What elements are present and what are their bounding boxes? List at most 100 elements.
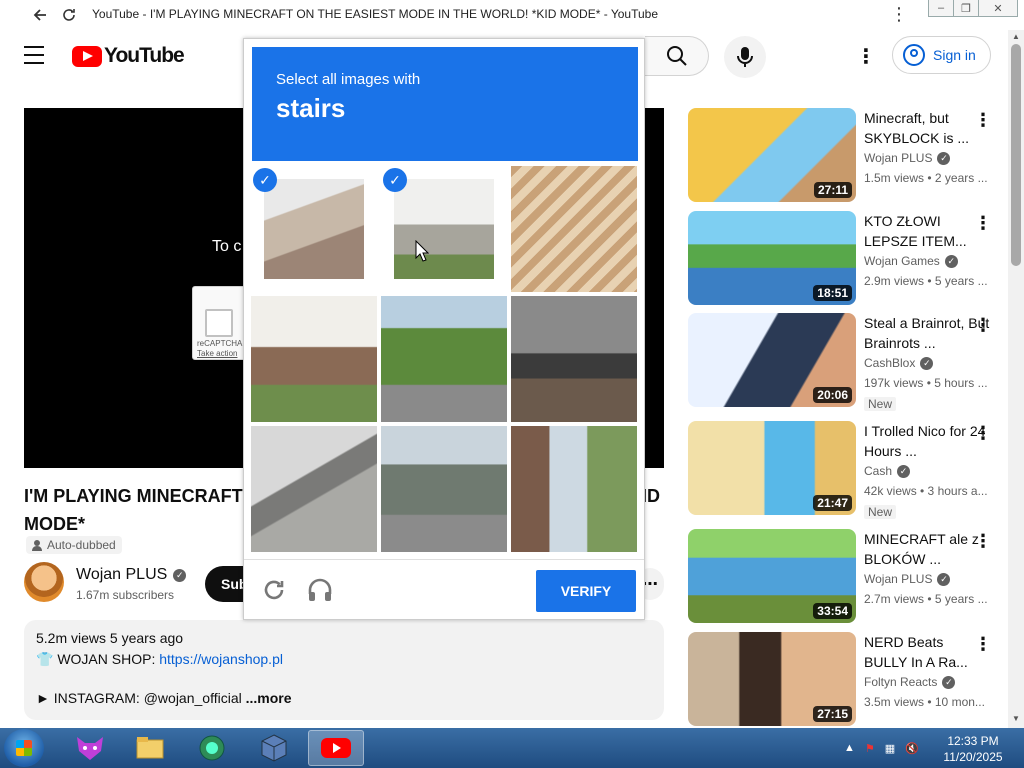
taskbar-app-mask[interactable] bbox=[62, 730, 118, 766]
taskbar-virtualbox[interactable] bbox=[246, 730, 302, 766]
clock-date: 11/20/2025 bbox=[943, 750, 1003, 764]
network-icon[interactable]: ▦ bbox=[885, 742, 895, 755]
recommendation-menu-icon[interactable]: ⋮ bbox=[974, 531, 992, 552]
recommendation-channel[interactable]: Wojan Games ✓ bbox=[864, 254, 958, 268]
menu-icon[interactable] bbox=[24, 46, 48, 66]
captcha-reload-icon[interactable] bbox=[260, 576, 290, 606]
video-thumbnail[interactable]: 18:51 bbox=[688, 211, 856, 305]
captcha-tile[interactable]: ✓ bbox=[381, 166, 507, 292]
recommendation-channel[interactable]: Foltyn Reacts ✓ bbox=[864, 675, 956, 689]
start-button[interactable] bbox=[4, 729, 44, 767]
browser-menu-icon[interactable]: ⋮ bbox=[890, 4, 908, 25]
recommendation-title[interactable]: MINECRAFT ale z BLOKÓW ... bbox=[864, 529, 990, 569]
taskbar-file-explorer[interactable] bbox=[122, 730, 178, 766]
description-box[interactable]: 5.2m views 5 years ago 👕 WOJAN SHOP: htt… bbox=[24, 620, 664, 720]
captcha-tile[interactable] bbox=[251, 296, 377, 422]
recommendation-menu-icon[interactable]: ⋮ bbox=[974, 423, 992, 444]
shop-line: 👕 WOJAN SHOP: https://wojanshop.pl bbox=[36, 651, 283, 668]
youtube-play-icon bbox=[72, 45, 102, 67]
captcha-tile[interactable]: ✓ bbox=[251, 166, 377, 292]
recommendation-card[interactable]: 18:51 KTO ZŁOWI LEPSZE ITEM... Wojan Gam… bbox=[688, 211, 1008, 307]
recommendation-menu-icon[interactable]: ⋮ bbox=[974, 634, 992, 655]
show-more-link[interactable]: ...more bbox=[246, 690, 292, 706]
captcha-tile[interactable] bbox=[381, 296, 507, 422]
recommendation-channel[interactable]: Wojan PLUS ✓ bbox=[864, 151, 951, 165]
recommendation-channel-name: CashBlox bbox=[864, 356, 916, 370]
logo-text: YouTube bbox=[104, 44, 185, 67]
channel-name[interactable]: Wojan PLUS ✓ bbox=[76, 566, 187, 584]
captcha-tile[interactable] bbox=[381, 426, 507, 552]
minimize-button[interactable]: ‒ bbox=[928, 0, 954, 17]
action-center-icon[interactable]: ⚑ bbox=[865, 742, 875, 755]
captcha-audio-icon[interactable] bbox=[306, 576, 336, 606]
channel-name-text: Wojan PLUS bbox=[76, 566, 168, 583]
video-thumbnail[interactable]: 27:15 bbox=[688, 632, 856, 726]
recommendation-title[interactable]: Steal a Brainrot, But Brainrots ... bbox=[864, 313, 990, 353]
captcha-tile-image bbox=[394, 179, 494, 279]
recommendation-title[interactable]: Minecraft, but SKYBLOCK is ... bbox=[864, 108, 990, 148]
recommendation-card[interactable]: 21:47 I Trolled Nico for 24 Hours ... Ca… bbox=[688, 421, 1008, 519]
shop-link[interactable]: https://wojanshop.pl bbox=[159, 651, 283, 667]
search-icon bbox=[666, 46, 687, 66]
captcha-footer: VERIFY bbox=[244, 559, 644, 619]
verified-icon: ✓ bbox=[897, 464, 911, 478]
globe-icon bbox=[199, 735, 225, 761]
volume-muted-icon[interactable]: 🔇 bbox=[905, 742, 919, 755]
taskbar-clock[interactable]: 12:33 PM 11/20/2025 bbox=[930, 733, 1016, 765]
tray-expand-icon[interactable]: ▲ bbox=[844, 742, 855, 754]
captcha-tile[interactable] bbox=[251, 426, 377, 552]
recommendation-title[interactable]: I Trolled Nico for 24 Hours ... bbox=[864, 421, 990, 461]
recommendation-menu-icon[interactable]: ⋮ bbox=[974, 110, 992, 131]
mouse-cursor-icon bbox=[415, 240, 429, 262]
page-scrollbar[interactable]: ▲ ▼ bbox=[1008, 30, 1024, 728]
recommendation-card[interactable]: 20:06 Steal a Brainrot, But Brainrots ..… bbox=[688, 313, 1008, 411]
video-duration: 27:11 bbox=[813, 182, 852, 198]
channel-avatar[interactable] bbox=[24, 562, 64, 602]
captcha-tile[interactable] bbox=[511, 296, 637, 422]
scroll-down-icon[interactable]: ▼ bbox=[1012, 714, 1020, 723]
recommendation-channel[interactable]: CashBlox ✓ bbox=[864, 356, 934, 370]
recommendation-card[interactable]: 33:54 MINECRAFT ale z BLOKÓW ... Wojan P… bbox=[688, 529, 1008, 625]
new-badge: New bbox=[864, 505, 897, 519]
verify-button[interactable]: VERIFY bbox=[536, 570, 636, 612]
video-thumbnail[interactable]: 21:47 bbox=[688, 421, 856, 515]
recommendation-card[interactable]: 27:15 NERD Beats BULLY In A Ra... Foltyn… bbox=[688, 632, 1008, 728]
scroll-up-icon[interactable]: ▲ bbox=[1012, 32, 1020, 41]
scroll-thumb[interactable] bbox=[1011, 44, 1021, 266]
recaptcha-checkbox[interactable] bbox=[205, 309, 233, 337]
sign-in-button[interactable]: Sign in bbox=[892, 36, 991, 74]
recommendation-title[interactable]: NERD Beats BULLY In A Ra... bbox=[864, 632, 990, 672]
recommendation-channel[interactable]: Wojan PLUS ✓ bbox=[864, 572, 951, 586]
shop-prefix: 👕 WOJAN SHOP: bbox=[36, 651, 160, 667]
youtube-logo[interactable]: YouTube bbox=[72, 44, 185, 68]
captcha-tile[interactable] bbox=[511, 166, 637, 292]
recommendation-meta: 42k views • 3 hours a... bbox=[864, 484, 988, 498]
fox-mask-icon bbox=[77, 737, 103, 760]
settings-kebab-icon[interactable]: ⋮ bbox=[856, 44, 876, 69]
sign-in-label: Sign in bbox=[933, 47, 976, 63]
maximize-button[interactable]: ❐ bbox=[953, 0, 979, 17]
reload-icon[interactable] bbox=[57, 3, 81, 27]
video-thumbnail[interactable]: 20:06 bbox=[688, 313, 856, 407]
back-arrow-icon[interactable] bbox=[28, 3, 52, 27]
video-thumbnail[interactable]: 27:11 bbox=[688, 108, 856, 202]
recommendation-menu-icon[interactable]: ⋮ bbox=[974, 213, 992, 234]
captcha-tile-image bbox=[511, 426, 637, 552]
taskbar-youtube[interactable] bbox=[308, 730, 364, 766]
recommendation-meta: 2.7m views • 5 years ... bbox=[864, 592, 988, 606]
taskbar-network-app[interactable] bbox=[184, 730, 240, 766]
recommendation-card[interactable]: 27:11 Minecraft, but SKYBLOCK is ... Woj… bbox=[688, 108, 1008, 204]
voice-search-button[interactable] bbox=[724, 36, 766, 78]
new-badge: New bbox=[864, 397, 897, 411]
recommendation-channel[interactable]: Cash ✓ bbox=[864, 464, 911, 478]
search-button[interactable] bbox=[645, 36, 709, 76]
recommendation-menu-icon[interactable]: ⋮ bbox=[974, 315, 992, 336]
browser-window: YouTube - I'M PLAYING MINECRAFT ON THE E… bbox=[0, 0, 1024, 768]
video-thumbnail[interactable]: 33:54 bbox=[688, 529, 856, 623]
recommendation-title[interactable]: KTO ZŁOWI LEPSZE ITEM... bbox=[864, 211, 990, 251]
close-button[interactable]: ✕ bbox=[978, 0, 1018, 17]
captcha-tile[interactable] bbox=[511, 426, 637, 552]
auto-dubbed-badge: Auto-dubbed bbox=[26, 536, 122, 554]
captcha-tile-image bbox=[381, 296, 507, 422]
recaptcha-link[interactable]: Take action bbox=[197, 349, 237, 358]
